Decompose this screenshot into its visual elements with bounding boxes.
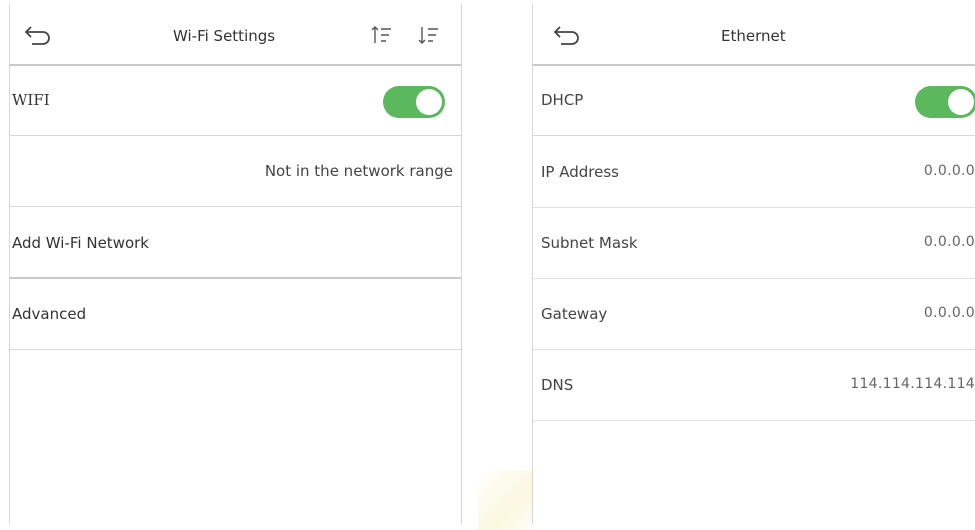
toggle-knob	[416, 89, 442, 115]
wifi-toggle-row[interactable]: WIFI	[10, 66, 461, 136]
ethernet-screen: Ethernet DHCP IP Address 0.0.0.0 Subnet …	[532, 4, 975, 524]
dhcp-row[interactable]: DHCP	[533, 66, 975, 136]
wifi-settings-screen: Wi-Fi Settings WIFI Not in the network r…	[9, 4, 462, 524]
wifi-title-bar: Wi-Fi Settings	[10, 4, 461, 66]
add-wifi-network-label: Add Wi-Fi Network	[12, 234, 149, 252]
advanced-label: Advanced	[12, 305, 87, 323]
sort-ascending-icon[interactable]	[370, 24, 392, 46]
add-wifi-network-row[interactable]: Add Wi-Fi Network	[10, 209, 461, 279]
wifi-status-text: Not in the network range	[264, 162, 453, 180]
subnet-mask-label: Subnet Mask	[541, 234, 638, 252]
dns-value: 114.114.114.114	[850, 376, 975, 392]
toggle-knob	[948, 89, 974, 115]
wifi-toggle[interactable]	[383, 86, 445, 118]
gateway-row[interactable]: Gateway 0.0.0.0	[533, 280, 975, 350]
back-arrow-icon[interactable]	[551, 24, 585, 46]
gateway-label: Gateway	[541, 305, 608, 323]
wifi-label: WIFI	[12, 91, 50, 109]
ip-address-value: 0.0.0.0	[923, 163, 975, 179]
advanced-row[interactable]: Advanced	[10, 280, 461, 350]
dns-label: DNS	[541, 376, 574, 394]
gateway-value: 0.0.0.0	[923, 305, 975, 321]
ip-address-row[interactable]: IP Address 0.0.0.0	[533, 138, 975, 208]
dhcp-label: DHCP	[541, 91, 584, 109]
dhcp-toggle[interactable]	[915, 86, 975, 118]
page-title: Wi-Fi Settings	[173, 27, 276, 45]
subnet-mask-row[interactable]: Subnet Mask 0.0.0.0	[533, 209, 975, 279]
subnet-mask-value: 0.0.0.0	[923, 234, 975, 250]
wifi-status-row: Not in the network range	[10, 137, 461, 207]
ethernet-title-bar: Ethernet	[533, 4, 975, 66]
dns-row[interactable]: DNS 114.114.114.114	[533, 351, 975, 421]
back-arrow-icon[interactable]	[22, 24, 56, 46]
sort-descending-icon[interactable]	[417, 24, 439, 46]
ip-address-label: IP Address	[541, 163, 619, 181]
page-title: Ethernet	[721, 27, 786, 45]
decorative-watermark	[478, 470, 538, 530]
